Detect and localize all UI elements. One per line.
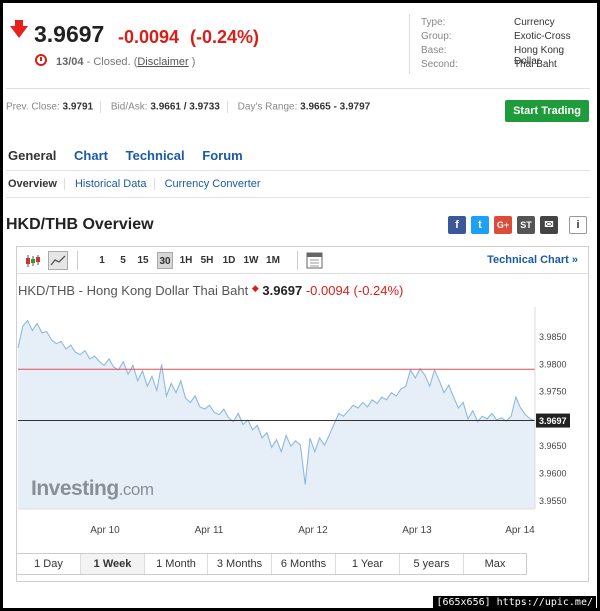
price-change: -0.0094: [118, 27, 180, 47]
line-chart-icon[interactable]: [48, 251, 68, 270]
chart-panel: 1 5 15 30 1H 5H 1D 1W 1M Technical Chart » HKD/T…: [16, 246, 589, 582]
range-button-1-day[interactable]: 1 Day: [17, 554, 81, 574]
technical-chart-link[interactable]: Technical Chart »: [487, 254, 578, 266]
start-trading-button[interactable]: Start Trading: [505, 100, 589, 122]
last-price: 3.9697: [34, 21, 105, 47]
chart-title-name: HKD/THB - Hong Kong Dollar Thai Baht: [18, 283, 249, 298]
subtab-historical-data[interactable]: Historical Data: [75, 178, 147, 190]
interval-button-30[interactable]: 30: [157, 252, 173, 269]
candlestick-icon[interactable]: [25, 254, 41, 268]
interval-button-1w[interactable]: 1W: [242, 252, 260, 269]
bidask-value: 3.9661 / 3.9733: [150, 101, 220, 113]
calendar-icon[interactable]: [306, 252, 323, 269]
chart-title-change: -0.0094: [305, 283, 350, 298]
stats-row: Prev. Close: 3.9791 Bid/Ask: 3.9661 / 3.…: [6, 101, 370, 113]
info-value-group: Exotic-Cross: [514, 31, 571, 42]
range-button-1-week[interactable]: 1 Week: [81, 554, 145, 574]
x-tick-label: Apr 14: [505, 525, 535, 536]
page-title: HKD/THB Overview: [6, 216, 154, 233]
x-tick-label: Apr 10: [90, 525, 120, 536]
interval-button-5[interactable]: 5: [116, 252, 130, 269]
investing-logo: Investing.com: [31, 477, 154, 501]
range-button-1-month[interactable]: 1 Month: [145, 554, 208, 574]
bidask-label: Bid/Ask:: [110, 101, 148, 113]
price-chart[interactable]: 3.98503.98003.97503.97003.96503.96003.95…: [17, 307, 588, 547]
subtab-currency-converter[interactable]: Currency Converter: [165, 178, 261, 190]
subtab-overview[interactable]: Overview: [8, 178, 57, 190]
day-range-value: 3.9665 - 3.9797: [300, 101, 371, 113]
range-button-5-years[interactable]: 5 years: [400, 554, 464, 574]
info-label-base: Base:: [421, 45, 447, 56]
y-tick-label: 3.9750: [539, 387, 567, 397]
range-button-max[interactable]: Max: [464, 554, 526, 574]
y-tick-label: 3.9550: [539, 496, 567, 506]
chart-title-change-percent: (-0.24%): [353, 283, 404, 298]
y-tick-label: 3.9800: [539, 359, 567, 369]
status-text: - Closed.: [86, 56, 131, 68]
interval-button-1d[interactable]: 1D: [221, 252, 237, 269]
tab-forum[interactable]: Forum: [202, 148, 242, 163]
x-tick-label: Apr 13: [402, 525, 432, 536]
divider: [6, 197, 590, 198]
email-icon[interactable]: ✉: [540, 216, 558, 234]
interval-button-15[interactable]: 15: [135, 252, 151, 269]
interval-button-1h[interactable]: 1H: [178, 252, 194, 269]
interval-button-1m[interactable]: 1M: [265, 252, 281, 269]
chart-title: HKD/THB - Hong Kong Dollar Thai Baht ◆ 3…: [18, 283, 403, 298]
x-tick-label: Apr 11: [195, 525, 224, 536]
info-label-group: Group:: [421, 31, 452, 42]
logo-main: Investing: [31, 477, 119, 500]
paren-close: ): [191, 56, 196, 68]
down-marker-icon: ◆: [251, 283, 259, 293]
range-selector: 1 Day 1 Week 1 Month 3 Months 6 Months 1 Year…: [16, 553, 527, 575]
tab-general[interactable]: General: [8, 148, 56, 163]
twitter-icon[interactable]: t: [471, 216, 489, 234]
logo-suffix: .com: [118, 480, 154, 499]
range-button-1-year[interactable]: 1 Year: [336, 554, 400, 574]
info-label-second: Second:: [421, 59, 458, 70]
y-tick-label: 3.9600: [539, 469, 567, 479]
facebook-icon[interactable]: f: [448, 216, 466, 234]
day-range-label: Day's Range:: [237, 101, 298, 113]
range-button-6-months[interactable]: 6 Months: [272, 554, 336, 574]
chart-toolbar: 1 5 15 30 1H 5H 1D 1W 1M Technical Chart »: [17, 247, 588, 274]
info-value-type: Currency: [514, 17, 555, 28]
sub-tabs: Overview Historical Data Currency Conver…: [8, 178, 261, 191]
info-icon[interactable]: i: [569, 216, 587, 234]
stocktwits-icon[interactable]: ST: [517, 216, 535, 234]
clock-icon: [35, 54, 47, 66]
info-value-second: Thai Baht: [514, 59, 557, 70]
instrument-info: Type: Currency Group: Exotic-Cross Base:…: [409, 14, 589, 74]
interval-button-5h[interactable]: 5H: [199, 252, 215, 269]
disclaimer-link[interactable]: Disclaimer: [137, 56, 188, 68]
prev-close-label: Prev. Close:: [6, 101, 60, 113]
divider: [6, 88, 590, 89]
last-price-tag-text: 3.9697: [539, 416, 567, 426]
quote-date: 13/04: [56, 56, 84, 68]
down-arrow-icon-head: [10, 26, 28, 38]
x-tick-label: Apr 12: [298, 525, 328, 536]
price-change-percent: (-0.24%): [190, 27, 260, 47]
chart-title-price: 3.9697: [262, 283, 303, 298]
google-plus-icon[interactable]: G+: [494, 216, 512, 234]
range-button-3-months[interactable]: 3 Months: [208, 554, 272, 574]
divider: [6, 170, 590, 171]
footer-url: [665x656] https://upic.me/: [433, 596, 596, 609]
prev-close-value: 3.9791: [62, 101, 94, 113]
tab-technical[interactable]: Technical: [126, 148, 185, 163]
info-label-type: Type:: [421, 17, 446, 28]
y-tick-label: 3.9650: [539, 441, 567, 451]
y-tick-label: 3.9850: [539, 332, 567, 342]
market-status: 13/04 - Closed. (Disclaimer ): [56, 56, 195, 68]
interval-button-1[interactable]: 1: [95, 252, 109, 269]
tab-chart[interactable]: Chart: [74, 148, 108, 163]
main-tabs: General Chart Technical Forum: [8, 148, 257, 163]
